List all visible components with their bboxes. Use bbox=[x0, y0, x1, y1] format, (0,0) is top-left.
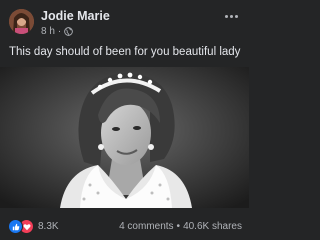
post-caption: This day should of been for you beautifu… bbox=[9, 46, 241, 58]
author-name[interactable]: Jodie Marie bbox=[41, 9, 110, 23]
meta-separator: · bbox=[57, 26, 62, 37]
post-stats: 4 comments • 40.6K shares bbox=[119, 221, 242, 232]
reactions-count: 8.3K bbox=[38, 221, 59, 232]
post-time[interactable]: 8 h bbox=[41, 26, 55, 37]
comments-count[interactable]: 4 comments bbox=[119, 221, 173, 232]
author-avatar[interactable] bbox=[9, 9, 34, 34]
post-meta: 8 h · bbox=[41, 26, 74, 37]
stats-separator: • bbox=[176, 221, 181, 232]
like-icon bbox=[8, 219, 23, 234]
feed-post: Jodie Marie 8 h · This day should of bee… bbox=[0, 0, 249, 240]
globe-icon[interactable] bbox=[64, 27, 74, 36]
post-photo[interactable] bbox=[0, 67, 249, 208]
shares-count[interactable]: 40.6K shares bbox=[183, 221, 242, 232]
more-options-icon[interactable] bbox=[221, 9, 241, 23]
reactions-summary[interactable]: 8.3K bbox=[8, 219, 59, 234]
